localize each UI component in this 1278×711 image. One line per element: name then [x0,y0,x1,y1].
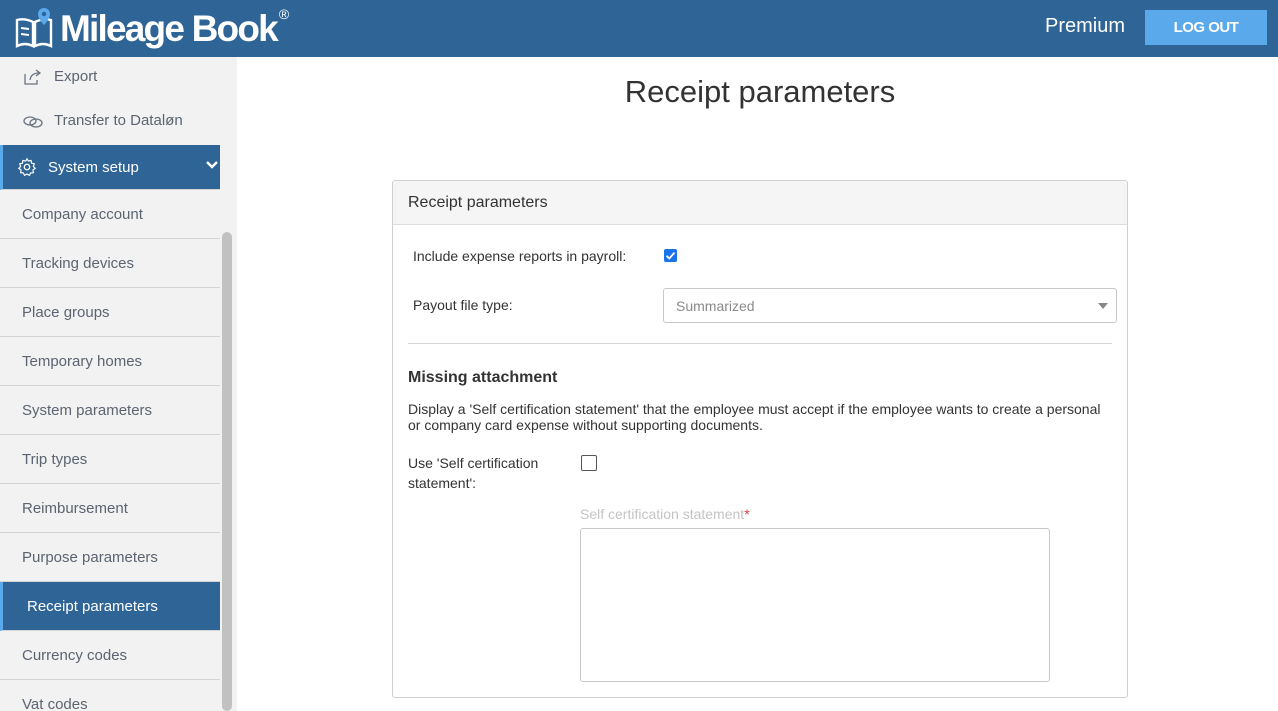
sidebar-item-currency-codes[interactable]: Currency codes [0,631,220,680]
payout-file-type-select[interactable]: Summarized [663,288,1117,323]
sidebar-item-vat-codes[interactable]: Vat codes [0,680,220,711]
sidebar-item-label: Place groups [22,303,110,321]
sidebar-item-purpose-parameters[interactable]: Purpose parameters [0,533,220,582]
self-certification-statement-textarea[interactable] [580,528,1050,682]
sidebar-item-label: Trip types [22,450,88,468]
sidebar-item-temporary-homes[interactable]: Temporary homes [0,337,220,386]
sidebar-item-label: Company account [22,205,143,223]
page-title: Receipt parameters [624,74,896,109]
sidebar-item-export[interactable]: Export [0,57,220,101]
include-expense-checkbox[interactable] [664,249,677,262]
divider [408,343,1112,344]
brand-logo[interactable]: Mileage Book ® [14,5,289,51]
receipt-parameters-panel: Receipt parameters Include expense repor… [392,180,1128,698]
missing-attachment-heading: Missing attachment [408,369,558,386]
chevron-down-icon [206,161,218,169]
sidebar-item-label: Tracking devices [22,254,134,272]
sidebar-item-transfer[interactable]: Transfer to Dataløn [0,96,220,145]
sidebar-item-label: Reimbursement [22,499,128,517]
logout-button[interactable]: LOG OUT [1145,10,1267,45]
caret-down-icon [1098,303,1108,309]
missing-attachment-description: Display a 'Self certification statement'… [408,401,1101,433]
sidebar-scrollbar-thumb[interactable] [222,232,232,711]
export-icon [24,68,42,85]
checkmark-icon [665,252,676,260]
sidebar-item-place-groups[interactable]: Place groups [0,288,220,337]
required-asterisk: * [744,506,750,522]
sidebar-item-trip-types[interactable]: Trip types [0,435,220,484]
sidebar-item-system-parameters[interactable]: System parameters [0,386,220,435]
link-icon [23,115,43,128]
self-certification-statement-label-text: Self certification statement [580,506,745,522]
sidebar: Export Transfer to Dataløn System setup … [0,57,237,711]
gear-icon [17,157,37,177]
sidebar-item-label: Receipt parameters [27,597,158,615]
book-pin-icon [15,8,53,48]
use-self-certification-label: Use 'Self certification statement': [408,455,539,491]
payout-file-type-value: Summarized [676,298,755,314]
panel-header: Receipt parameters [393,181,1127,225]
sidebar-item-receipt-parameters[interactable]: Receipt parameters [0,582,220,631]
sidebar-section-label: System setup [48,158,139,176]
sidebar-item-label: Export [54,68,98,85]
registered-mark: ® [278,6,290,22]
sidebar-item-label: Transfer to Dataløn [54,112,183,129]
self-certification-statement-label: Self certification statement* [580,506,750,522]
plan-label: Premium [1045,15,1126,37]
payout-file-type-label: Payout file type: [413,297,513,313]
sidebar-item-label: Temporary homes [22,352,143,370]
use-self-certification-checkbox[interactable] [581,455,597,471]
sidebar-item-tracking-devices[interactable]: Tracking devices [0,239,220,288]
top-bar: Mileage Book ® Premium LOG OUT [0,0,1278,57]
brand-name: Mileage Book [60,7,279,49]
sidebar-item-company-account[interactable]: Company account [0,190,220,239]
sidebar-section-system-setup[interactable]: System setup [0,145,220,190]
sidebar-item-label: System parameters [22,401,153,419]
include-expense-label: Include expense reports in payroll: [413,248,627,264]
sidebar-item-reimbursement[interactable]: Reimbursement [0,484,220,533]
sidebar-item-label: Vat codes [22,695,88,711]
sidebar-item-label: Currency codes [22,646,128,664]
sidebar-item-label: Purpose parameters [22,548,158,566]
